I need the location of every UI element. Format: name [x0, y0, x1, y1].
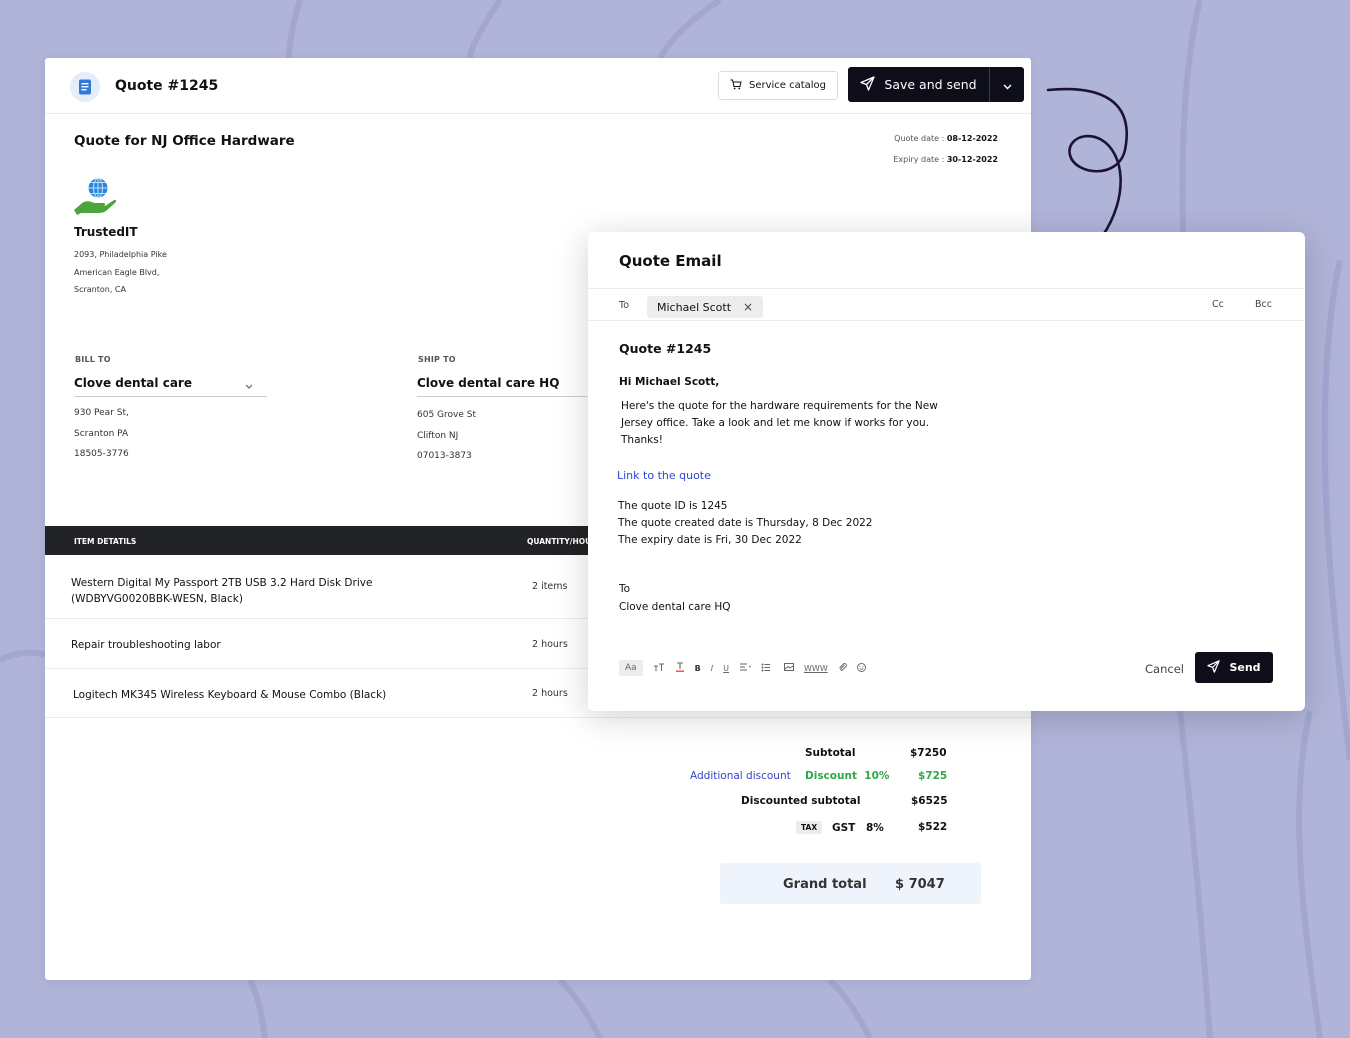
item-qty: 2 hours — [532, 639, 568, 650]
cc-button[interactable]: Cc — [1212, 299, 1224, 310]
quote-header: Quote #1245 Service catalog Save and sen… — [45, 58, 1031, 114]
email-closing: To Clove dental care HQ — [619, 583, 731, 613]
email-subject[interactable]: Quote #1245 — [619, 341, 711, 356]
align-icon[interactable] — [739, 663, 752, 674]
ship-to-address: 605 Grove St Clifton NJ 07013-3873 — [417, 410, 476, 461]
text-color-icon[interactable] — [675, 662, 685, 674]
bcc-button[interactable]: Bcc — [1255, 299, 1272, 310]
cart-icon — [730, 79, 742, 93]
email-body[interactable]: Here's the quote for the hardware requir… — [621, 398, 971, 449]
save-and-send-label: Save and send — [884, 77, 977, 92]
recipient-name: Michael Scott — [657, 300, 732, 314]
grand-total-label: Grand total — [783, 877, 867, 892]
cancel-button[interactable]: Cancel — [1145, 662, 1184, 676]
bill-to-label: BILL TO — [75, 355, 111, 364]
company-address: 2093, Philadelphia Pike American Eagle B… — [74, 250, 167, 294]
font-size-button[interactable]: Aa — [619, 660, 643, 676]
save-and-send-button[interactable]: Save and send — [848, 67, 990, 102]
bill-to-select[interactable]: Clove dental care — [74, 376, 267, 397]
email-title: Quote Email — [619, 252, 722, 270]
send-icon — [1207, 659, 1221, 676]
item-qty: 2 items — [532, 581, 568, 592]
save-options-dropdown[interactable] — [990, 67, 1024, 102]
bold-icon[interactable]: B — [695, 664, 701, 673]
email-greeting: Hi Michael Scott, — [619, 376, 720, 388]
discount-label: Discount 10% — [805, 770, 890, 782]
quote-email-dialog: Quote Email To Michael Scott × Cc Bcc Qu… — [588, 232, 1305, 711]
underline-icon[interactable]: U — [723, 664, 729, 673]
service-catalog-button[interactable]: Service catalog — [718, 71, 838, 100]
send-label: Send — [1229, 661, 1261, 674]
email-details: The quote ID is 1245 The quote created d… — [618, 500, 873, 546]
chevron-down-icon — [245, 378, 253, 392]
image-icon[interactable] — [784, 663, 794, 673]
grand-total-box: Grand total $ 7047 — [720, 863, 981, 904]
attachment-icon[interactable] — [838, 662, 847, 674]
quote-date: Quote date : 08-12-2022 — [894, 134, 998, 143]
list-icon[interactable] — [761, 663, 774, 674]
send-icon — [860, 75, 876, 94]
bill-to-address: 930 Pear St, Scranton PA 18505-3776 — [74, 408, 129, 459]
subtotal-value: $7250 — [910, 747, 947, 759]
italic-icon[interactable]: I — [711, 664, 713, 673]
item-name: Repair troubleshooting labor — [71, 639, 221, 651]
close-icon[interactable]: × — [743, 301, 753, 313]
discounted-subtotal-value: $6525 — [911, 795, 948, 807]
save-and-send-button-group: Save and send — [848, 67, 1024, 102]
ship-to-select[interactable]: Clove dental care HQ — [417, 376, 597, 397]
ship-to-label: SHIP TO — [418, 355, 456, 364]
tax-percent: 8% — [866, 822, 884, 834]
expiry-date: Expiry date : 30-12-2022 — [893, 155, 998, 164]
page-title: Quote #1245 — [115, 78, 219, 94]
chevron-down-icon — [1003, 75, 1012, 94]
document-icon — [70, 72, 100, 102]
service-catalog-label: Service catalog — [748, 80, 827, 91]
text-size-icon[interactable] — [653, 663, 665, 674]
send-button[interactable]: Send — [1195, 652, 1273, 683]
email-recipients-row: To Michael Scott × Cc Bcc — [588, 288, 1305, 321]
to-label: To — [619, 300, 630, 311]
company-name: TrustedIT — [74, 225, 138, 239]
item-name: Western Digital My Passport 2TB USB 3.2 … — [71, 577, 373, 605]
tax-value: $522 — [918, 821, 948, 833]
col-item-details: ITEM DETATILS — [74, 537, 137, 546]
quote-subject: Quote for NJ Office Hardware — [74, 133, 295, 149]
item-qty: 2 hours — [532, 688, 568, 699]
tax-badge: TAX — [796, 821, 823, 834]
recipient-chip[interactable]: Michael Scott × — [647, 296, 764, 318]
subtotal-label: Subtotal — [805, 747, 856, 759]
item-name: Logitech MK345 Wireless Keyboard & Mouse… — [73, 689, 387, 701]
grand-total-value: $ 7047 — [895, 877, 945, 892]
formatting-toolbar: Aa B I U WWW — [619, 660, 866, 676]
quote-link[interactable]: Link to the quote — [617, 469, 711, 482]
emoji-icon[interactable] — [856, 662, 866, 674]
tax-name: GST — [832, 822, 856, 834]
discount-value: $725 — [918, 770, 948, 782]
additional-discount-link[interactable]: Additional discount — [690, 770, 791, 782]
discounted-subtotal-label: Discounted subtotal — [741, 795, 861, 807]
globe-hand-logo — [73, 176, 117, 220]
link-button[interactable]: WWW — [804, 664, 828, 673]
quote-dates: Quote date : 08-12-2022 Expiry date : 30… — [893, 128, 998, 170]
